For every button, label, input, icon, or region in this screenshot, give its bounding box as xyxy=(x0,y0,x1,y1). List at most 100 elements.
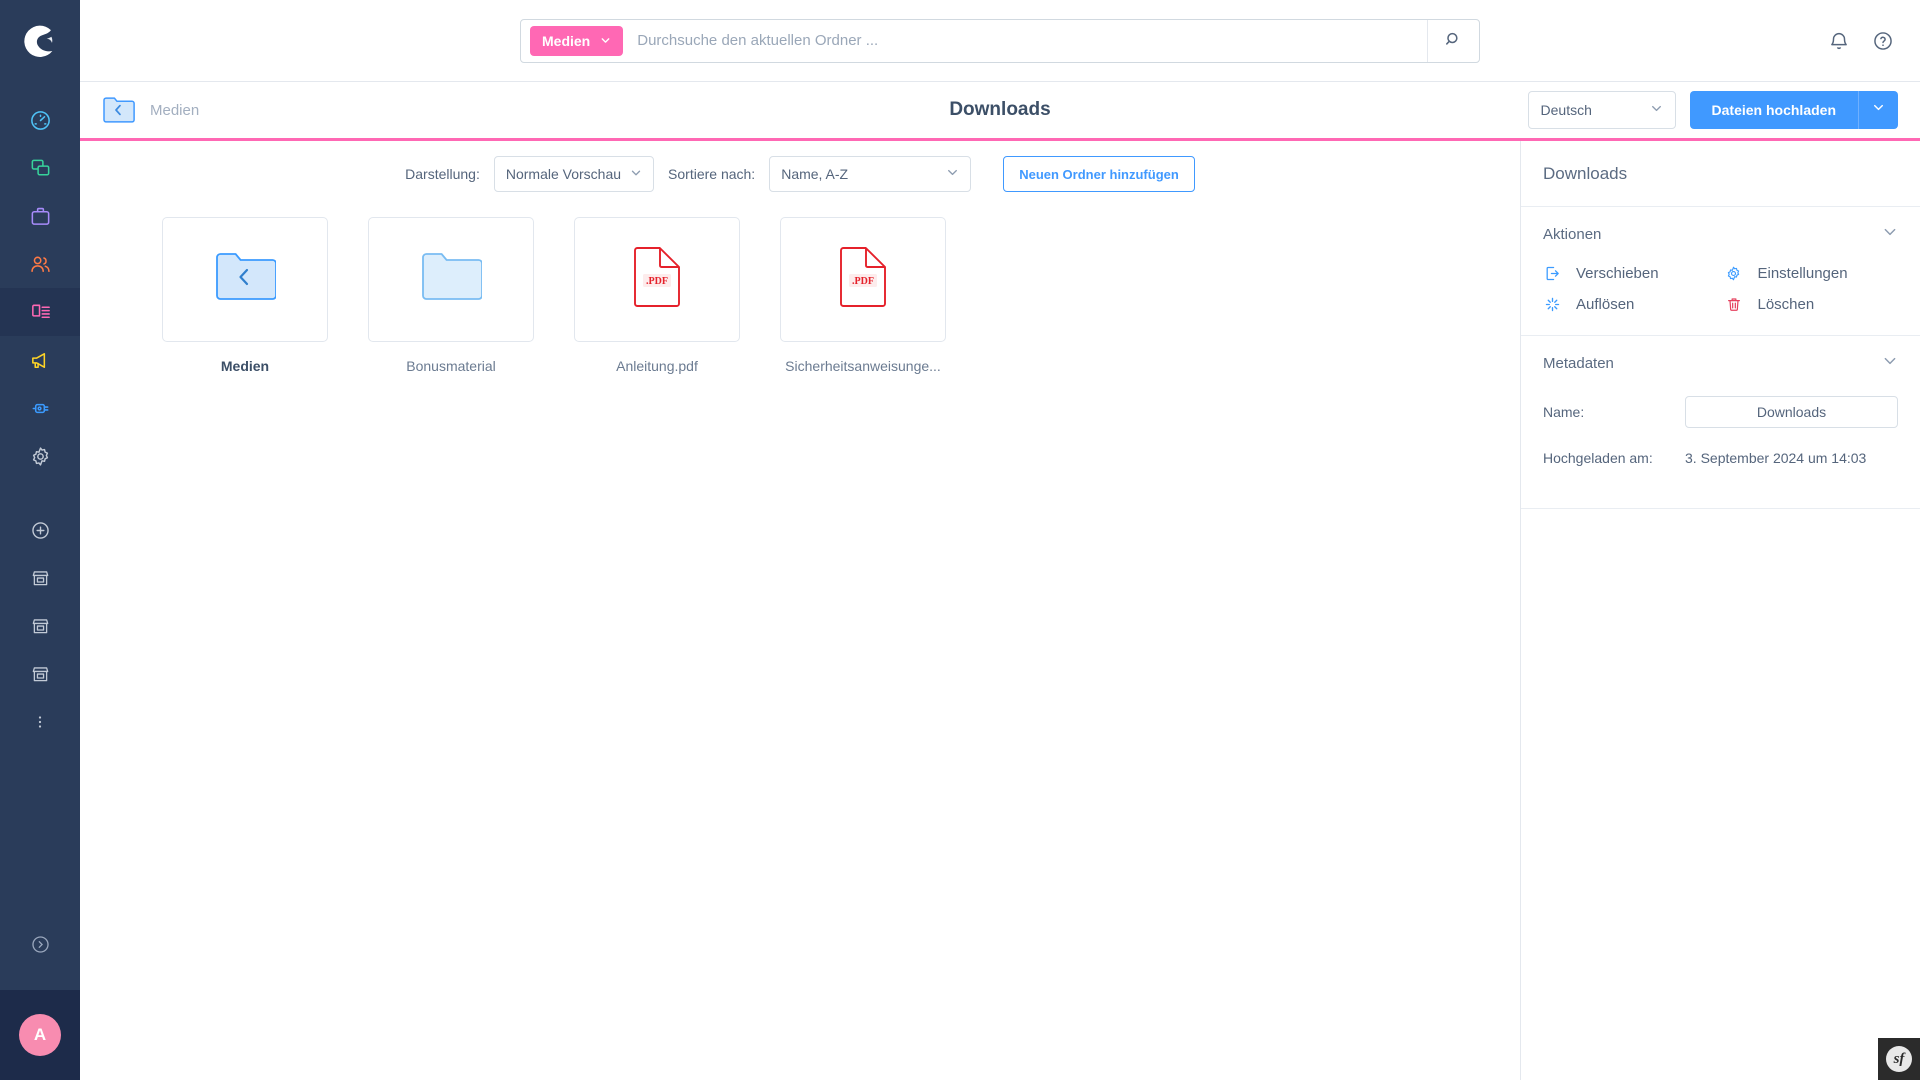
sidebar-item-sales-channel-2[interactable] xyxy=(0,602,80,650)
chevron-right-circle-icon xyxy=(30,934,51,955)
global-search: Medien xyxy=(520,18,1480,63)
megaphone-icon xyxy=(29,349,52,372)
shopware-logo[interactable] xyxy=(0,0,80,82)
sidebar-item-extensions[interactable] xyxy=(0,384,80,432)
search-icon xyxy=(1444,30,1463,52)
sidebar-sales-channels xyxy=(0,506,80,746)
chevron-down-icon xyxy=(946,166,959,182)
top-bar: Medien xyxy=(80,0,1920,82)
content-area: Darstellung: Normale Vorschau Sortiere n… xyxy=(80,141,1920,1080)
metadata-value: 3. September 2024 um 14:03 xyxy=(1685,450,1867,466)
media-tile-thumbnail: .PDF xyxy=(780,217,946,342)
svg-text:.PDF: .PDF xyxy=(646,276,668,287)
metadata-name-input[interactable] xyxy=(1685,396,1898,428)
sidebar-item-sales-channel-more[interactable] xyxy=(0,698,80,746)
chevron-down-icon xyxy=(1882,353,1898,373)
main-sidebar: A xyxy=(0,0,80,1080)
briefcase-icon xyxy=(29,205,52,228)
gauge-icon xyxy=(29,109,52,132)
chevron-down-icon xyxy=(1650,102,1663,118)
view-mode-value: Normale Vorschau xyxy=(505,166,622,182)
actions-section-header[interactable]: Aktionen xyxy=(1543,207,1898,261)
new-folder-button[interactable]: Neuen Ordner hinzufügen xyxy=(1003,156,1195,192)
chevron-down-icon xyxy=(630,166,642,182)
sidebar-item-settings[interactable] xyxy=(0,432,80,480)
gear-icon xyxy=(29,445,52,468)
metadata-list: Name: Hochgeladen am: 3. September 2024 … xyxy=(1543,390,1898,476)
sidebar-item-catalogues[interactable] xyxy=(0,144,80,192)
move-icon xyxy=(1543,265,1561,282)
actions-list: Verschieben Einstellungen Auflösen Lösch… xyxy=(1543,261,1898,313)
symfony-icon: sf xyxy=(1886,1046,1912,1072)
media-tile-label: Anleitung.pdf xyxy=(616,358,698,374)
symfony-debug-toolbar[interactable]: sf xyxy=(1878,1038,1920,1080)
view-mode-select[interactable]: Normale Vorschau xyxy=(493,156,655,192)
media-tile-file[interactable]: .PDF Anleitung.pdf xyxy=(574,217,740,374)
action-label: Einstellungen xyxy=(1757,265,1848,282)
dissolve-icon xyxy=(1543,296,1561,313)
action-move[interactable]: Verschieben xyxy=(1543,265,1717,282)
breadcrumb: Medien xyxy=(102,95,199,125)
media-tile-label: Bonusmaterial xyxy=(406,358,496,374)
sidebar-item-customers[interactable] xyxy=(0,240,80,288)
media-grid: Medien Bonusmaterial .PDF Anleitung.pdf … xyxy=(102,207,1498,1080)
media-tile-parent-folder[interactable]: Medien xyxy=(162,217,328,374)
sidebar-item-content[interactable] xyxy=(0,288,80,336)
media-tile-thumbnail xyxy=(368,217,534,342)
upload-button-group: Dateien hochladen xyxy=(1689,91,1898,129)
metadata-section-header[interactable]: Metadaten xyxy=(1543,336,1898,390)
storefront-icon xyxy=(30,568,51,589)
search-submit-button[interactable] xyxy=(1427,19,1479,62)
media-toolbar: Darstellung: Normale Vorschau Sortiere n… xyxy=(102,141,1498,207)
sidebar-item-orders[interactable] xyxy=(0,192,80,240)
sort-select[interactable]: Name, A-Z xyxy=(769,156,972,192)
avatar[interactable]: A xyxy=(19,1014,61,1056)
action-settings[interactable]: Einstellungen xyxy=(1725,265,1899,282)
action-delete[interactable]: Löschen xyxy=(1725,296,1899,313)
sidebar-item-marketing[interactable] xyxy=(0,336,80,384)
page-header: Medien Downloads Deutsch Dateien hochlad… xyxy=(80,82,1920,138)
action-label: Auflösen xyxy=(1576,296,1635,313)
sort-value: Name, A-Z xyxy=(781,166,849,182)
action-label: Verschieben xyxy=(1576,265,1659,282)
plug-icon xyxy=(29,397,52,420)
question-circle-icon[interactable] xyxy=(1872,30,1894,52)
media-tile-folder[interactable]: Bonusmaterial xyxy=(368,217,534,374)
bell-icon[interactable] xyxy=(1828,30,1850,52)
media-tile-thumbnail: .PDF xyxy=(574,217,740,342)
sidebar-item-add-sales-channel[interactable] xyxy=(0,506,80,554)
folder-back-icon[interactable] xyxy=(102,95,136,125)
language-select[interactable]: Deutsch xyxy=(1527,91,1676,129)
media-tile-label: Medien xyxy=(220,358,270,374)
breadcrumb-label[interactable]: Medien xyxy=(150,102,199,119)
users-icon xyxy=(29,253,52,276)
header-actions: Deutsch Dateien hochladen xyxy=(1527,91,1898,129)
action-dissolve[interactable]: Auflösen xyxy=(1543,296,1717,313)
media-tile-thumbnail xyxy=(162,217,328,342)
metadata-section: Metadaten Name: Hochgeladen am: 3. Se xyxy=(1521,336,1920,509)
search-scope-label: Medien xyxy=(542,32,591,49)
upload-files-button[interactable]: Dateien hochladen xyxy=(1689,91,1858,129)
gear-icon xyxy=(1725,265,1743,282)
chevron-down-icon xyxy=(1882,224,1898,244)
media-tile-file[interactable]: .PDF Sicherheitsanweisunge... xyxy=(780,217,946,374)
sidebar-item-dashboard[interactable] xyxy=(0,96,80,144)
view-mode-label: Darstellung: xyxy=(405,166,480,182)
search-input[interactable] xyxy=(623,32,1427,49)
content-icon xyxy=(29,301,52,324)
trash-icon xyxy=(1725,296,1743,313)
pdf-file-icon: .PDF xyxy=(838,246,888,313)
search-scope-selector[interactable]: Medien xyxy=(530,25,624,56)
sidebar-item-sales-channel-1[interactable] xyxy=(0,554,80,602)
sort-label: Sortiere nach: xyxy=(668,166,756,182)
collapse-sidebar-button[interactable] xyxy=(0,920,80,968)
chevron-down-icon xyxy=(1872,101,1885,119)
metadata-row-name: Name: xyxy=(1543,394,1898,430)
metadata-label: Hochgeladen am: xyxy=(1543,450,1653,466)
sidebar-item-sales-channel-3[interactable] xyxy=(0,650,80,698)
plus-circle-icon xyxy=(30,520,51,541)
ellipsis-vertical-icon xyxy=(31,713,49,731)
main-area: Medien Durchsuche den aktuellen Ordner .… xyxy=(80,0,1920,1080)
chevron-down-icon xyxy=(600,33,611,49)
upload-options-caret[interactable] xyxy=(1858,91,1898,129)
